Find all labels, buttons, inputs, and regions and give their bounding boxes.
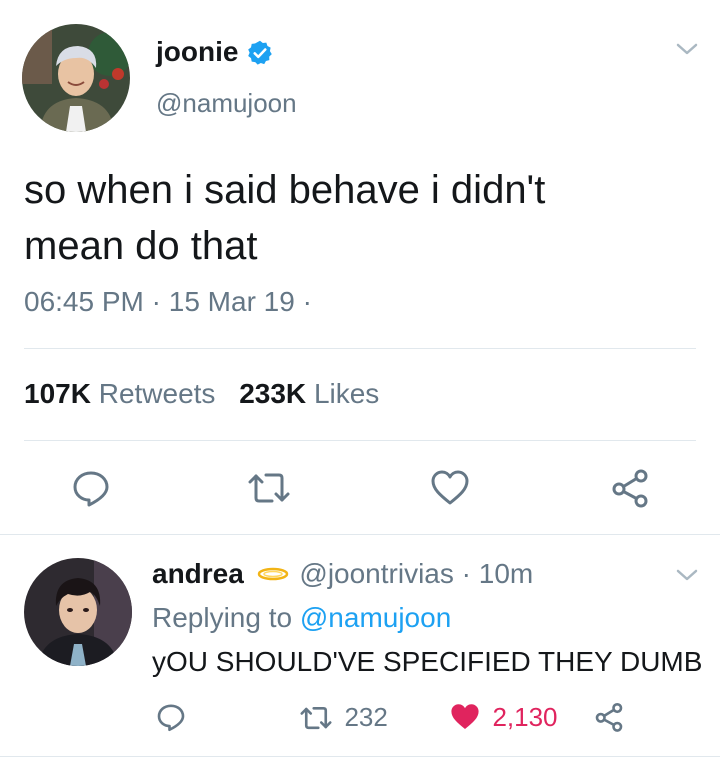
tweet-stats: 107K Retweets 233K Likes <box>24 378 379 410</box>
divider <box>0 756 720 757</box>
tweet-time: 06:45 PM <box>24 286 144 317</box>
reply-separator: · <box>461 558 471 589</box>
retweets-stat[interactable]: 107K Retweets <box>24 378 223 409</box>
timestamp-separator: · <box>151 286 161 317</box>
tweet-text-line-2: mean do that <box>24 224 258 268</box>
tweet-text: so when i said behave i didn't mean do t… <box>24 162 545 274</box>
replying-to-label: Replying to <box>152 602 293 633</box>
retweets-label: Retweets <box>98 378 216 409</box>
halo-emoji-icon <box>256 566 290 586</box>
reply-icon[interactable] <box>71 468 111 508</box>
likes-label: Likes <box>313 378 380 409</box>
tweet-text-line-1: so when i said behave i didn't <box>24 168 546 212</box>
divider <box>24 440 696 441</box>
reply-retweet-icon <box>298 703 334 733</box>
replying-to: Replying to @namujoon <box>152 602 451 634</box>
reply-author-handle[interactable]: @joontrivias <box>299 558 453 589</box>
reply-retweet-count: 232 <box>344 702 388 732</box>
author-handle[interactable]: @namujoon <box>156 88 297 119</box>
replying-to-handle[interactable]: @namujoon <box>300 602 451 633</box>
reply-like-icon <box>448 701 482 733</box>
likes-count: 233K <box>239 378 307 409</box>
timestamp-separator: · <box>302 286 312 317</box>
tweet-timestamp[interactable]: 06:45 PM · 15 Mar 19 · <box>24 286 312 318</box>
reply-like-count: 2,130 <box>492 701 558 732</box>
reply-share-icon[interactable] <box>594 702 624 732</box>
divider <box>24 348 696 349</box>
retweets-count: 107K <box>24 378 91 409</box>
like-icon[interactable] <box>430 468 470 508</box>
reply-text: yOU SHOULD'VE SPECIFIED THEY DUMB <box>152 646 703 677</box>
reply-author-name[interactable]: andrea <box>152 558 244 589</box>
share-icon[interactable] <box>610 468 650 508</box>
chevron-down-icon[interactable] <box>676 42 698 56</box>
reply-chevron-down-icon[interactable] <box>676 568 698 582</box>
reply-like-action[interactable]: 2,130 <box>448 701 558 733</box>
reply-author-avatar[interactable] <box>24 558 132 666</box>
reply-reply-icon[interactable] <box>156 702 186 732</box>
likes-stat[interactable]: 233K Likes <box>239 378 379 409</box>
reply-retweet-action[interactable]: 232 <box>298 702 388 733</box>
tweet-date: 15 Mar 19 <box>168 286 295 317</box>
divider <box>0 534 720 535</box>
verified-badge-icon <box>246 39 274 67</box>
author-avatar[interactable] <box>22 24 130 132</box>
retweet-icon[interactable] <box>246 468 292 508</box>
reply-header: andrea @joontrivias · 10m <box>152 558 533 590</box>
author-name[interactable]: joonie <box>156 36 238 68</box>
reply-time[interactable]: 10m <box>479 558 533 589</box>
